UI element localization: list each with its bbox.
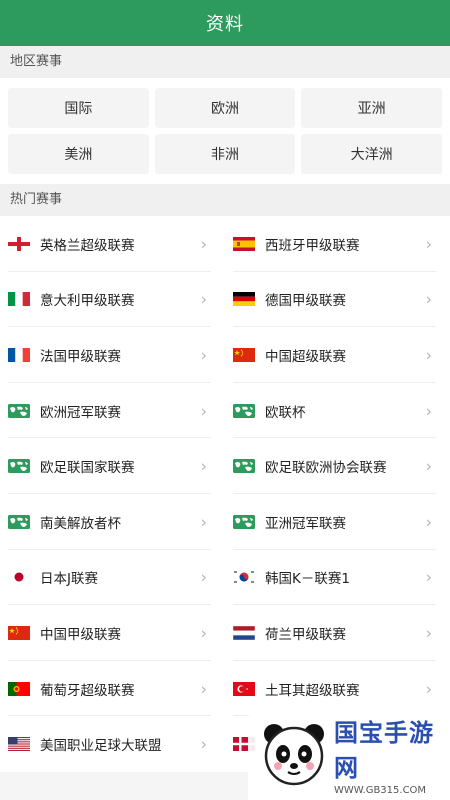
watermark-url: WWW.GB315.COM (334, 784, 427, 796)
region-button-africa[interactable]: 非洲 (154, 134, 296, 174)
league-name: 英格兰超级联赛 (40, 237, 135, 254)
region-button-asia[interactable]: 亚洲 (301, 88, 442, 128)
league-item[interactable]: 欧联杯 › (225, 383, 450, 439)
flag-japan-icon (8, 570, 30, 584)
chevron-right-icon: › (200, 401, 207, 421)
flag-world-icon (8, 403, 30, 418)
league-item[interactable]: 英格兰超级联赛 › (0, 216, 225, 272)
league-item[interactable]: 法国甲级联赛 › (0, 327, 225, 383)
region-button-americas[interactable]: 美洲 (8, 134, 149, 174)
chevron-right-icon: › (425, 567, 432, 587)
flag-world-icon (8, 514, 30, 529)
league-name: 欧足联欧洲协会联赛 (265, 460, 387, 477)
chevron-right-icon: › (425, 401, 432, 421)
flag-usa-icon (8, 737, 30, 752)
hot-section-title: 热门赛事 (0, 184, 450, 216)
league-item[interactable]: 中国甲级联赛 › (0, 605, 225, 661)
league-item[interactable]: 韩国K－联赛1 › (225, 550, 450, 606)
watermark-title: 国宝手游网 (334, 718, 434, 782)
chevron-right-icon: › (425, 456, 432, 476)
flag-world-icon (233, 459, 255, 474)
page-title: 资料 (206, 14, 244, 35)
chevron-right-icon: › (200, 289, 207, 309)
league-row: 法国甲级联赛 › 中国超级联赛 › (0, 327, 450, 383)
chevron-right-icon: › (425, 512, 432, 532)
league-name: 荷兰甲级联赛 (265, 626, 346, 643)
chevron-right-icon: › (425, 679, 432, 699)
flag-italy-icon (8, 292, 30, 307)
flag-england-icon (8, 236, 30, 251)
league-name: 德国甲级联赛 (265, 293, 346, 310)
chevron-right-icon: › (200, 456, 207, 476)
flag-france-icon (8, 347, 30, 362)
league-name: 葡萄牙超级联赛 (40, 682, 135, 699)
flag-netherlands-icon (233, 625, 255, 640)
league-item[interactable]: 意大利甲级联赛 › (0, 272, 225, 328)
chevron-right-icon: › (200, 679, 207, 699)
league-item[interactable]: 欧足联国家联赛 › (0, 438, 225, 494)
league-row: 欧足联国家联赛 › 欧足联欧洲协会联赛 › (0, 438, 450, 494)
league-row: 意大利甲级联赛 › 德国甲级联赛 › (0, 272, 450, 328)
flag-world-icon (233, 514, 255, 529)
league-item[interactable]: 美国职业足球大联盟 › (0, 716, 225, 772)
app-header: 资料 (0, 0, 450, 46)
flag-world-icon (233, 403, 255, 418)
league-row: 南美解放者杯 › 亚洲冠军联赛 › (0, 494, 450, 550)
chevron-right-icon: › (425, 289, 432, 309)
league-item[interactable]: 欧足联欧洲协会联赛 › (225, 438, 450, 494)
league-name: 土耳其超级联赛 (265, 682, 360, 699)
league-name: 意大利甲级联赛 (40, 293, 135, 310)
chevron-right-icon: › (200, 234, 207, 254)
flag-china-icon (233, 347, 255, 362)
league-item[interactable]: 欧洲冠军联赛 › (0, 383, 225, 439)
league-row: 欧洲冠军联赛 › 欧联杯 › (0, 383, 450, 439)
league-name: 美国职业足球大联盟 (40, 738, 162, 755)
league-name: 法国甲级联赛 (40, 348, 121, 365)
league-item[interactable]: 南美解放者杯 › (0, 494, 225, 550)
region-button-oceania[interactable]: 大洋洲 (301, 134, 442, 174)
league-name: 欧联杯 (265, 404, 306, 421)
chevron-right-icon: › (425, 234, 432, 254)
region-grid: 国际 欧洲 亚洲 美洲 非洲 大洋洲 (0, 78, 450, 184)
league-item[interactable]: 中国超级联赛 › (225, 327, 450, 383)
league-name: 亚洲冠军联赛 (265, 515, 346, 532)
chevron-right-icon: › (200, 734, 207, 754)
league-name: 欧洲冠军联赛 (40, 404, 121, 421)
flag-portugal-icon (8, 681, 30, 696)
league-name: 中国甲级联赛 (40, 626, 121, 643)
league-item[interactable]: 日本J联赛 › (0, 550, 225, 606)
chevron-right-icon: › (200, 623, 207, 643)
league-name: 欧足联国家联赛 (40, 460, 135, 477)
league-item[interactable]: 亚洲冠军联赛 › (225, 494, 450, 550)
chevron-right-icon: › (425, 623, 432, 643)
league-name: 南美解放者杯 (40, 515, 121, 532)
flag-korea-icon (233, 570, 255, 584)
league-name: 日本J联赛 (40, 571, 98, 588)
league-name: 中国超级联赛 (265, 348, 346, 365)
league-item[interactable]: 德国甲级联赛 › (225, 272, 450, 328)
league-name: 西班牙甲级联赛 (265, 237, 360, 254)
league-item[interactable]: 西班牙甲级联赛 › (225, 216, 450, 272)
chevron-right-icon: › (425, 345, 432, 365)
chevron-right-icon: › (200, 567, 207, 587)
league-item[interactable]: 葡萄牙超级联赛 › (0, 661, 225, 717)
league-name: 韩国K－联赛1 (265, 571, 350, 588)
league-row: 中国甲级联赛 › 荷兰甲级联赛 › (0, 605, 450, 661)
chevron-right-icon: › (200, 512, 207, 532)
flag-china-icon (8, 625, 30, 640)
watermark-logo: 国宝手游网 WWW.GB315.COM (248, 708, 450, 800)
flag-spain-icon (233, 236, 255, 251)
league-list: 英格兰超级联赛 › 西班牙甲级联赛 › 意大利甲级联赛 › 德国甲级联赛 › 法国甲级联赛 › 中国… (0, 216, 450, 772)
flag-world-icon (8, 459, 30, 474)
league-row: 英格兰超级联赛 › 西班牙甲级联赛 › (0, 216, 450, 272)
region-section-title: 地区赛事 (0, 46, 450, 78)
flag-germany-icon (233, 292, 255, 307)
league-row: 日本J联赛 › 韩国K－联赛1 › (0, 550, 450, 606)
chevron-right-icon: › (200, 345, 207, 365)
panda-logo-icon (258, 718, 330, 790)
flag-turkey-icon (233, 681, 255, 696)
region-button-international[interactable]: 国际 (8, 88, 149, 128)
league-item[interactable]: 荷兰甲级联赛 › (225, 605, 450, 661)
region-button-europe[interactable]: 欧洲 (154, 88, 296, 128)
